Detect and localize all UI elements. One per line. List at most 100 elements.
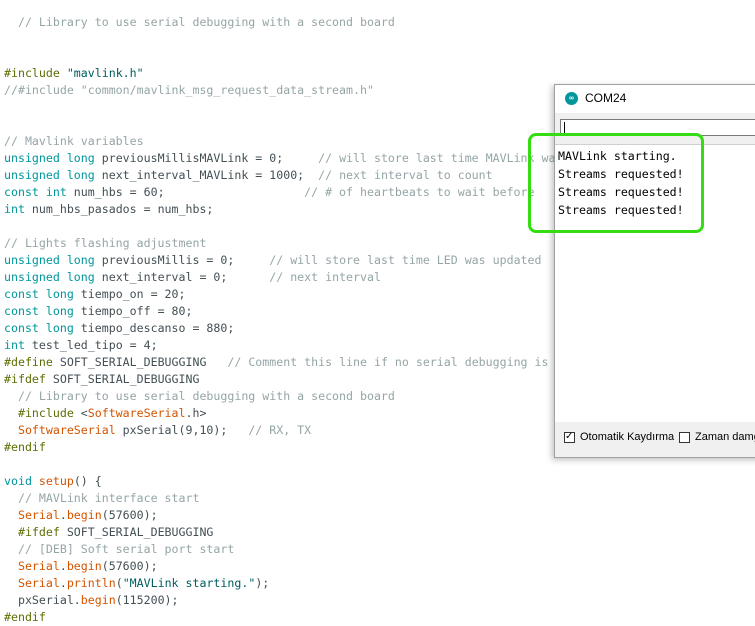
code-token: // Lights flashing adjustment [4,236,207,250]
code-token: // RX, TX [248,423,312,437]
code-line: #ifdef SOFT_SERIAL_DEBUGGING [4,524,213,541]
code-token: void [4,474,32,488]
output-line: Streams requested! [558,185,684,199]
timestamp-label[interactable]: Zaman damg [695,431,755,443]
code-token: ( [115,576,123,590]
code-token: int [4,202,25,216]
code-line: // Mavlink variables [4,133,144,150]
autoscroll-checkbox[interactable]: ✓ [564,431,575,443]
code-token: // # of heartbeats to wait before [304,185,535,199]
code-token: "MAVLink starting." [122,576,256,590]
code-token: // [DEB] Soft serial port start [4,542,235,556]
code-token: "mavlink.h" [66,66,144,80]
autoscroll-label[interactable]: Otomatik Kaydırma [580,431,674,443]
text-caret [564,122,565,133]
code-token: num_hbs = 60; [66,185,305,199]
code-token: SOFT_SERIAL_DEBUGGING [59,525,214,539]
code-token: (57600); [101,508,158,522]
code-line: const long tiempo_descanso = 880; [4,320,234,337]
code-token: begin [66,508,102,522]
code-token: begin [80,593,116,607]
code-token: test_led_tipo = 4; [24,338,158,352]
code-token: num_hbs_pasados = num_hbs; [24,202,214,216]
code-token: previousMillisMAVLink = 0; [94,151,319,165]
code-line: const int num_hbs = 60; // # of heartbea… [4,184,535,201]
code-line: unsigned long next_interval_MAVLink = 10… [4,167,493,184]
code-token: const long [4,321,74,335]
code-token: setup [38,474,74,488]
code-line: // MAVLink interface start [4,490,200,507]
code-token: tiempo_off = 80; [73,304,193,318]
code-token: unsigned long [4,270,95,284]
code-token: println [66,576,116,590]
serial-output-area[interactable]: MAVLink starting. Streams requested! Str… [555,144,755,422]
code-line: Serial.begin(57600); [4,558,158,575]
code-token: const long [4,304,74,318]
code-token: const int [4,185,67,199]
code-line: #define SOFT_SERIAL_DEBUGGING // Comment… [4,354,548,371]
code-token: Serial [4,576,60,590]
code-line: #include <SoftwareSerial.h> [4,405,207,422]
code-token: () { [73,474,102,488]
code-token: // next interval to count [318,168,493,182]
code-token: int [4,338,25,352]
check-mark-icon: ✓ [565,431,574,442]
code-token: . [59,559,67,573]
code-token: pxSerial. [4,593,81,607]
code-token: unsigned long [4,253,95,267]
code-token: (57600); [101,559,158,573]
code-line: Serial.println("MAVLink starting."); [4,575,269,592]
code-line: SoftwareSerial pxSerial(9,10); // RX, TX [4,422,311,439]
code-token: . [59,508,67,522]
code-line: // Library to use serial debugging with … [4,388,395,405]
code-line: #include "mavlink.h" [4,65,144,82]
code-line: // Library to use serial debugging with … [4,14,395,31]
code-line: const long tiempo_off = 80; [4,303,192,320]
code-token: //#include "common/mavlink_msg_request_d… [4,83,374,97]
arduino-infinity-icon: ∞ [565,92,578,105]
window-titlebar[interactable]: ∞ COM24 [555,85,755,113]
code-token: // Library to use serial debugging with … [4,15,395,29]
code-line: int test_led_tipo = 4; [4,337,158,354]
code-line: void setup() { [4,473,102,490]
code-token: . [59,576,67,590]
code-token: #endif [4,610,46,624]
code-line: Serial.begin(57600); [4,507,158,524]
timestamp-checkbox[interactable] [679,432,690,443]
output-line: MAVLink starting. [558,149,677,163]
code-token: Serial [4,508,60,522]
code-line: pxSerial.begin(115200); [4,592,179,609]
code-line: unsigned long previousMillisMAVLink = 0;… [4,150,562,167]
code-token: // next interval [269,270,381,284]
code-line: // Lights flashing adjustment [4,235,206,252]
code-token: pxSerial(9,10); [115,423,249,437]
code-token: previousMillis = 0; [94,253,270,267]
code-token: SoftwareSerial [4,423,116,437]
code-line: unsigned long next_interval = 0; // next… [4,269,381,286]
code-token: #ifdef [4,372,46,386]
serial-options-bar: ✓ Otomatik Kaydırma Zaman damg [555,423,755,457]
code-token: next_interval_MAVLink = 1000; [94,168,319,182]
code-token: (115200); [115,593,179,607]
code-line: #ifdef SOFT_SERIAL_DEBUGGING [4,371,199,388]
code-token: tiempo_on = 20; [73,287,186,301]
code-line: #endif [4,609,46,626]
code-token: #endif [4,440,46,454]
code-token: const long [4,287,74,301]
serial-send-input[interactable] [560,119,755,136]
code-token: < [80,406,88,420]
code-token: // Library to use serial debugging with … [4,389,395,403]
code-line: //#include "common/mavlink_msg_request_d… [4,82,374,99]
code-token: .h> [185,406,207,420]
code-token: begin [66,559,102,573]
code-token: // will store last time LED was updated [269,253,542,267]
serial-monitor-window[interactable]: ∞ COM24 MAVLink starting. Streams reques… [554,84,755,458]
output-line: Streams requested! [558,167,684,181]
code-token: next_interval = 0; [94,270,270,284]
code-token: #include [4,406,81,420]
code-token: #ifdef [4,525,60,539]
code-token: SoftwareSerial [87,406,186,420]
code-token: SOFT_SERIAL_DEBUGGING [52,355,228,369]
code-token: ); [255,576,270,590]
